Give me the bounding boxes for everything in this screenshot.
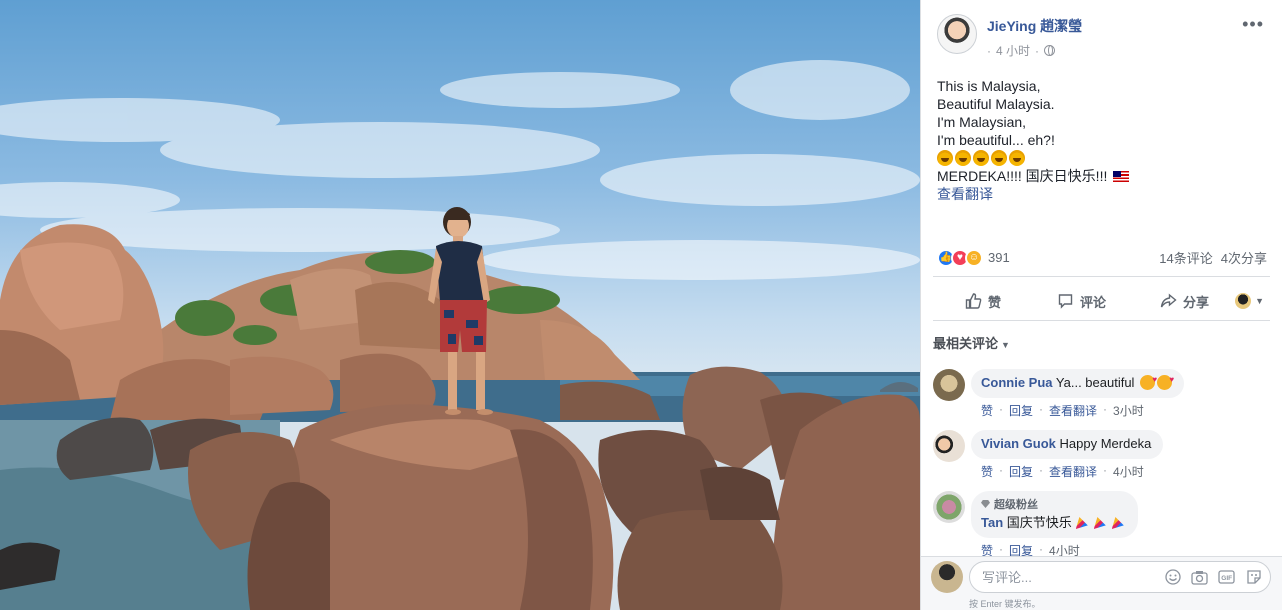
smiling-hearts-emoji-icon <box>1157 372 1174 390</box>
commenter-name[interactable]: Tan <box>981 515 1003 530</box>
comment-input-box[interactable]: GIF <box>969 561 1271 593</box>
author-avatar[interactable] <box>937 14 977 54</box>
meta-dot: · <box>987 43 991 58</box>
rolling-laughing-emoji-icon <box>973 150 989 166</box>
enter-to-post-hint: 按 Enter 键发布。 <box>969 599 1041 609</box>
comment-item: Connie Pua Ya... beautiful 赞· 回复· 查看翻译· … <box>933 369 1185 419</box>
comment-actions: 赞 · 回复 · 查看翻译 · 3小时 <box>981 402 1144 419</box>
smiling-hearts-emoji-icon <box>1140 372 1157 390</box>
reaction-audience-selector[interactable]: ▼ <box>1235 293 1264 309</box>
author-name[interactable]: JieYing 趙潔瑩 <box>987 16 1082 36</box>
comment-sort-dropdown[interactable]: 最相关评论 ▼ <box>933 333 1010 352</box>
emoji-row <box>937 149 1129 167</box>
camera-icon[interactable] <box>1191 569 1208 586</box>
meta-dot: · <box>1035 43 1040 58</box>
thumbs-up-icon <box>965 293 982 309</box>
haha-reaction-icon[interactable]: ☺ <box>965 248 983 267</box>
post-line: I'm beautiful... eh?! <box>937 132 1055 148</box>
comment-bubble: 超级粉丝 Tan 国庆节快乐 <box>971 491 1138 538</box>
comment-button[interactable]: 评论 <box>1057 292 1106 311</box>
malaysia-flag-icon <box>1113 171 1130 182</box>
divider <box>933 320 1270 321</box>
chevron-down-icon: ▼ <box>1001 340 1010 350</box>
post-header: JieYing 趙潔瑩 · 4 小时 · <box>937 14 1082 59</box>
post-line-merdeka: MERDEKA!!!! 国庆日快乐!!! <box>937 167 1130 185</box>
rolling-laughing-emoji-icon <box>1009 150 1025 166</box>
rolling-laughing-emoji-icon <box>937 150 953 166</box>
top-fan-badge: 超级粉丝 <box>981 497 1126 513</box>
sort-label: 最相关评论 <box>933 336 999 351</box>
comment-translate-link[interactable]: 查看翻译 <box>1049 463 1097 480</box>
like-label: 赞 <box>988 294 1002 310</box>
comment-time[interactable]: 3小时 <box>1113 402 1144 419</box>
comment-like-link[interactable]: 赞 <box>981 402 993 419</box>
viewer-avatar <box>1235 293 1252 309</box>
comment-like-link[interactable]: 赞 <box>981 463 993 480</box>
reaction-summary: 👍 ♥ ☺ 391 14条评论 4次分享 <box>937 248 1267 267</box>
share-arrow-icon <box>1160 293 1177 308</box>
commenter-avatar[interactable] <box>933 430 965 462</box>
comment-bubble: Vivian Guok Happy Merdeka <box>971 430 1164 459</box>
comment-label: 评论 <box>1080 294 1107 310</box>
commenter-avatar[interactable] <box>933 491 965 523</box>
post-line: I'm Malaysian, <box>937 114 1027 130</box>
sticker-icon[interactable] <box>1245 569 1262 586</box>
post-line: MERDEKA!!!! 国庆日快乐!!! <box>937 168 1108 184</box>
diamond-icon <box>981 500 990 508</box>
comment-item: Vivian Guok Happy Merdeka 赞 · 回复 · 查看翻译 · 4… <box>933 430 1164 480</box>
gif-icon[interactable]: GIF <box>1218 569 1235 586</box>
rolling-laughing-emoji-icon <box>991 150 1007 166</box>
post-line: This is Malaysia, <box>937 78 1041 94</box>
post-text: This is Malaysia, Beautiful Malaysia. I'… <box>937 77 1130 203</box>
comment-icon <box>1058 294 1073 309</box>
comment-text: Happy Merdeka <box>1059 436 1152 451</box>
shares-count[interactable]: 4次分享 <box>1221 248 1267 267</box>
commenter-name[interactable]: Vivian Guok <box>981 436 1056 451</box>
reaction-count[interactable]: 391 <box>988 250 1010 265</box>
emoji-icon[interactable] <box>1164 569 1181 586</box>
comment-item: 超级粉丝 Tan 国庆节快乐 赞 · 回复 · 4小时 <box>933 491 1138 559</box>
comment-reply-link[interactable]: 回复 <box>1009 463 1033 480</box>
comment-input[interactable] <box>982 569 1152 585</box>
post-line: Beautiful Malaysia. <box>937 96 1055 112</box>
comment-text: 国庆节快乐 <box>1006 515 1072 530</box>
rolling-laughing-emoji-icon <box>955 150 971 166</box>
comment-reply-link[interactable]: 回复 <box>1009 402 1033 419</box>
commenter-avatar[interactable] <box>933 369 965 401</box>
share-button[interactable]: 分享 <box>1160 292 1209 311</box>
post-photo[interactable] <box>0 0 920 610</box>
commenter-name[interactable]: Connie Pua <box>981 375 1053 390</box>
comment-translate-link[interactable]: 查看翻译 <box>1049 402 1097 419</box>
share-label: 分享 <box>1183 294 1210 310</box>
comment-text: Ya... beautiful <box>1055 375 1135 390</box>
viewer-avatar[interactable] <box>931 561 963 593</box>
party-popper-emoji-icon <box>1110 515 1126 530</box>
comment-composer: GIF 按 Enter 键发布。 <box>921 556 1282 610</box>
like-button[interactable]: 赞 <box>965 292 1001 311</box>
comment-bubble: Connie Pua Ya... beautiful <box>971 369 1185 398</box>
post-meta: · 4 小时 · <box>987 42 1082 59</box>
party-popper-emoji-icon <box>1074 515 1090 530</box>
chevron-down-icon: ▼ <box>1255 296 1264 306</box>
svg-text:GIF: GIF <box>1221 575 1232 582</box>
comments-count[interactable]: 14条评论 <box>1159 248 1212 267</box>
party-popper-emoji-icon <box>1092 515 1108 530</box>
photo-scene <box>0 60 920 610</box>
badge-label: 超级粉丝 <box>994 499 1038 511</box>
comment-actions: 赞 · 回复 · 查看翻译 · 4小时 <box>981 463 1144 480</box>
post-time[interactable]: 4 小时 <box>996 42 1030 59</box>
more-options-icon[interactable]: ••• <box>1242 14 1264 35</box>
divider <box>933 276 1270 277</box>
post-side-panel: JieYing 趙潔瑩 · 4 小时 · ••• This is Malaysi… <box>920 0 1282 610</box>
see-translation-link[interactable]: 查看翻译 <box>937 185 1129 203</box>
globe-icon <box>1044 45 1056 56</box>
comment-time[interactable]: 4小时 <box>1113 463 1144 480</box>
action-bar: 赞 评论 分享 ▼ <box>933 285 1270 317</box>
